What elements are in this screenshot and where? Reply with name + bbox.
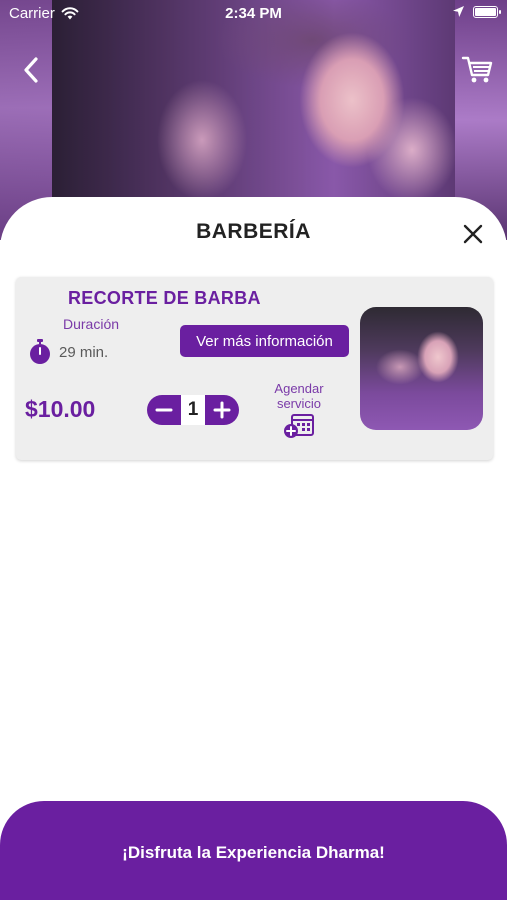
minus-icon [155, 408, 173, 412]
duration-value: 29 min. [59, 344, 109, 361]
page-title: BARBERÍA [196, 220, 311, 243]
status-bar: Carrier 2:34 PM [0, 0, 507, 28]
stopwatch-icon [30, 339, 50, 364]
back-button[interactable] [18, 54, 46, 86]
service-thumbnail[interactable] [360, 307, 483, 430]
more-info-button[interactable]: Ver más información [180, 325, 349, 357]
footer-banner[interactable]: ¡Disfruta la Experiencia Dharma! [0, 801, 507, 900]
clock: 2:34 PM [225, 5, 282, 22]
service-name: RECORTE DE BARBA [68, 288, 261, 308]
price: $10.00 [25, 396, 96, 422]
cart-button[interactable] [461, 54, 495, 86]
quantity-stepper: 1 [147, 395, 239, 425]
shopping-cart-icon [461, 56, 493, 83]
schedule-label-line1: Agendar [274, 381, 324, 396]
close-icon [463, 224, 483, 244]
location-arrow-icon [453, 6, 464, 17]
close-button[interactable] [461, 222, 485, 246]
increment-button[interactable] [205, 395, 239, 425]
schedule-label-line2: servicio [276, 396, 322, 411]
schedule-service-button[interactable]: Agendar servicio [266, 381, 332, 444]
quantity-value: 1 [181, 395, 205, 425]
chevron-left-icon [24, 57, 38, 83]
calendar-add-icon [284, 414, 314, 438]
plus-icon [213, 401, 231, 419]
footer-text: ¡Disfruta la Experiencia Dharma! [122, 842, 385, 862]
duration-label: Duración [63, 316, 120, 332]
decrement-button[interactable] [147, 395, 181, 425]
battery-icon [473, 5, 501, 18]
